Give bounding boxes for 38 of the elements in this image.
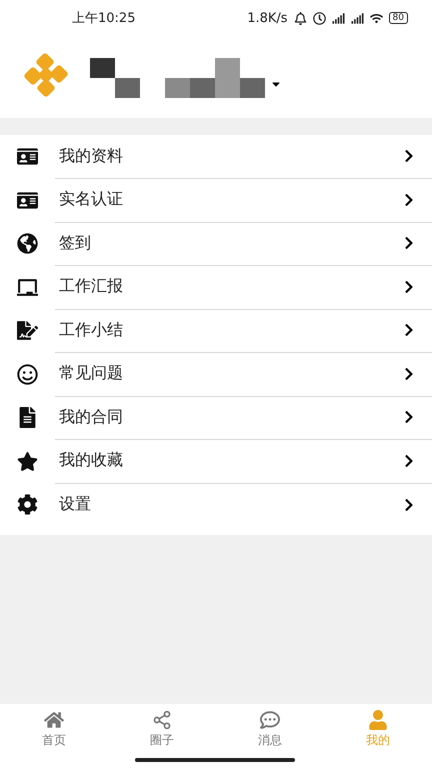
menu-label: 工作汇报 — [59, 276, 123, 298]
menu-item[interactable]: 常见问题 — [0, 352, 432, 396]
star-icon — [17, 450, 38, 472]
wifi-icon — [370, 12, 383, 24]
settings-icon — [17, 494, 38, 516]
menu-label: 实名认证 — [59, 189, 123, 210]
signal-icon — [332, 12, 345, 24]
chat-icon — [260, 710, 280, 730]
circle-nodes-icon — [152, 710, 172, 730]
menu-item[interactable]: 我的收藏 — [0, 440, 432, 483]
network-speed: 1.8K/s — [247, 10, 288, 26]
battery-level: 80 — [388, 12, 408, 24]
document-icon — [17, 407, 38, 428]
tab[interactable]: 首页 — [0, 704, 108, 768]
menu-item[interactable]: 工作汇报 — [0, 266, 432, 309]
menu-label: 我的资料 — [59, 146, 123, 167]
document-pen-icon — [17, 320, 38, 342]
status-time: 上午10:25 — [72, 10, 136, 27]
menu-label: 工作小结 — [59, 320, 123, 341]
menu-label: 常见问题 — [59, 363, 123, 384]
menu-item[interactable]: 工作小结 — [0, 309, 432, 352]
globe-icon — [17, 233, 38, 254]
menu-label: 设置 — [59, 494, 91, 516]
menu-label: 我的合同 — [59, 406, 123, 428]
home-icon — [44, 710, 64, 730]
tab[interactable]: 圈子 — [108, 704, 216, 768]
menu-label: 签到 — [59, 232, 91, 254]
menu-item[interactable]: 我的合同 — [0, 396, 432, 440]
menu-item[interactable]: 签到 — [0, 222, 432, 266]
menu-item[interactable]: 实名认证 — [0, 178, 432, 222]
menu-item[interactable]: 我的资料 — [0, 135, 432, 178]
menu-item[interactable]: 设置 — [0, 483, 432, 526]
menu-label: 我的收藏 — [59, 450, 123, 472]
user-icon — [368, 710, 388, 730]
id-card-icon — [17, 146, 38, 168]
tab[interactable]: 消息 — [216, 704, 324, 768]
alarm-icon — [312, 12, 326, 24]
signal-icon — [350, 12, 364, 24]
